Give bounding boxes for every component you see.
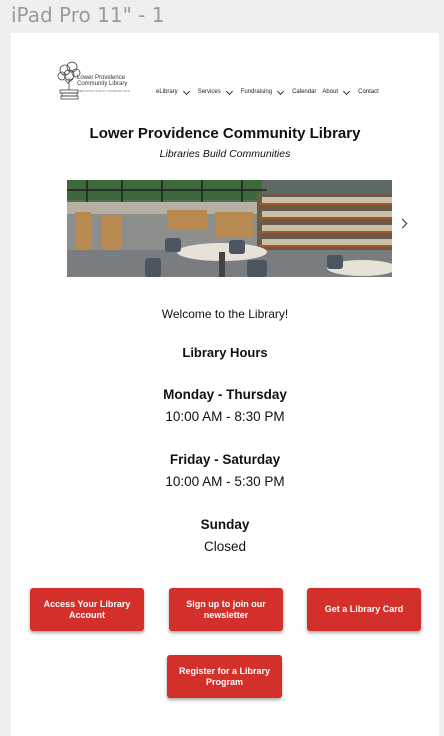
chevron-down-icon	[225, 87, 233, 95]
image-carousel[interactable]	[67, 180, 392, 277]
hours-days: Monday - Thursday	[163, 387, 287, 402]
frame-title: iPad Pro 11" - 1	[11, 3, 165, 27]
hours-time: 10:00 AM - 8:30 PM	[165, 409, 285, 424]
page: Lower Providence Community Library LIBRA…	[11, 33, 439, 736]
library-logo[interactable]: Lower Providence Community Library LIBRA…	[55, 60, 137, 104]
access-account-button[interactable]: Access Your Library Account	[30, 588, 144, 631]
nav-item-calendar[interactable]: Calendar	[292, 89, 316, 95]
nav-label: About	[322, 89, 339, 95]
nav-label: Services	[197, 89, 221, 95]
nav-label: Fundraising	[240, 89, 273, 95]
nav-label: eLibrary	[156, 89, 178, 95]
page-subtitle: Libraries Build Communities	[159, 148, 291, 160]
chevron-down-icon	[343, 87, 351, 95]
hours-time: Closed	[203, 539, 247, 554]
hours-time: 10:00 AM - 5:30 PM	[165, 474, 285, 489]
nav-item-elibrary[interactable]: eLibrary	[156, 87, 198, 96]
nav-label: Calendar	[292, 89, 317, 95]
page-title: Lower Providence Community Library	[89, 125, 361, 142]
nav-item-services[interactable]: Services	[197, 87, 241, 96]
library-card-button[interactable]: Get a Library Card	[307, 588, 421, 631]
chevron-down-icon	[277, 87, 285, 95]
nav-item-about[interactable]: About	[322, 87, 358, 96]
main-nav: eLibrary Services Fundraising Calendar A…	[156, 86, 401, 98]
welcome-text: Welcome to the Library!	[161, 307, 289, 321]
hours-days: Sunday	[200, 517, 250, 532]
logo-tagline: LIBRARIES BUILD COMMUNITIES	[77, 89, 130, 93]
hours-heading: Library Hours	[182, 345, 268, 360]
nav-item-fundraising[interactable]: Fundraising	[240, 87, 292, 96]
logo-text: Lower Providence Community Library LIBRA…	[77, 75, 130, 94]
carousel-next-icon[interactable]	[399, 219, 409, 229]
nav-label: Contact	[358, 89, 379, 95]
hours-days: Friday - Saturday	[169, 452, 281, 467]
library-interior-image	[67, 180, 392, 277]
logo-line-2: Community Library	[77, 81, 128, 87]
chevron-down-icon	[182, 87, 190, 95]
register-program-button[interactable]: Register for a Library Program	[167, 655, 282, 698]
nav-item-contact[interactable]: Contact	[358, 89, 379, 95]
newsletter-signup-button[interactable]: Sign up to join our newsletter	[169, 588, 283, 631]
